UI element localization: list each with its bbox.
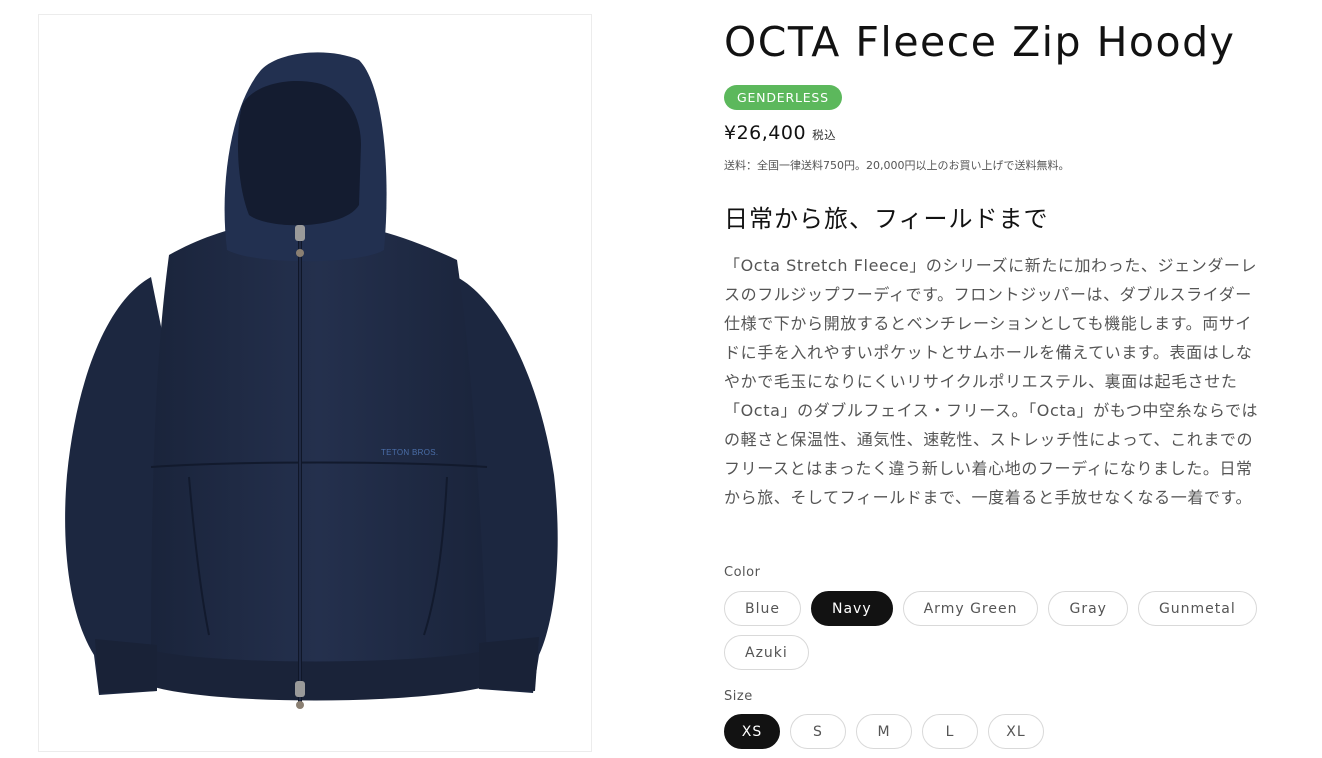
color-option-navy[interactable]: Navy [810,591,893,626]
size-options: XS S M L XL [724,714,1264,749]
product-price: ¥26,400 [724,122,807,144]
product-subheading: 日常から旅、フィールドまで [724,205,1049,233]
product-title: OCTA Fleece Zip Hoody [724,18,1236,66]
tax-label: 税込 [812,128,837,142]
genderless-badge: GENDERLESS [724,85,842,110]
size-label: Size [724,689,753,704]
color-option-army-green[interactable]: Army Green [902,591,1039,626]
color-option-gray[interactable]: Gray [1048,591,1128,626]
shipping-note: 送料：全国一律送料750円。20,000円以上のお買い上げで送料無料。 [724,159,1070,172]
color-option-azuki[interactable]: Azuki [724,635,809,670]
color-option-blue[interactable]: Blue [724,591,801,626]
product-description: 「Octa Stretch Fleece」のシリーズに新たに加わった、ジェンダー… [724,256,1259,507]
size-option-m[interactable]: M [856,714,912,749]
color-label: Color [724,565,761,580]
hoodie-product-image: TETON BROS. [65,52,558,709]
hoodie-logo-text: TETON BROS. [381,448,438,457]
product-image-gallery[interactable]: TETON BROS. [38,14,592,752]
color-options: Blue Navy Army Green Gray Gunmetal Azuki [724,591,1264,670]
size-option-xs[interactable]: XS [724,714,780,749]
size-option-s[interactable]: S [790,714,846,749]
size-option-xl[interactable]: XL [988,714,1044,749]
product-price-row: ¥26,400 税込 [724,122,836,144]
color-option-gunmetal[interactable]: Gunmetal [1137,591,1257,626]
size-option-l[interactable]: L [922,714,978,749]
